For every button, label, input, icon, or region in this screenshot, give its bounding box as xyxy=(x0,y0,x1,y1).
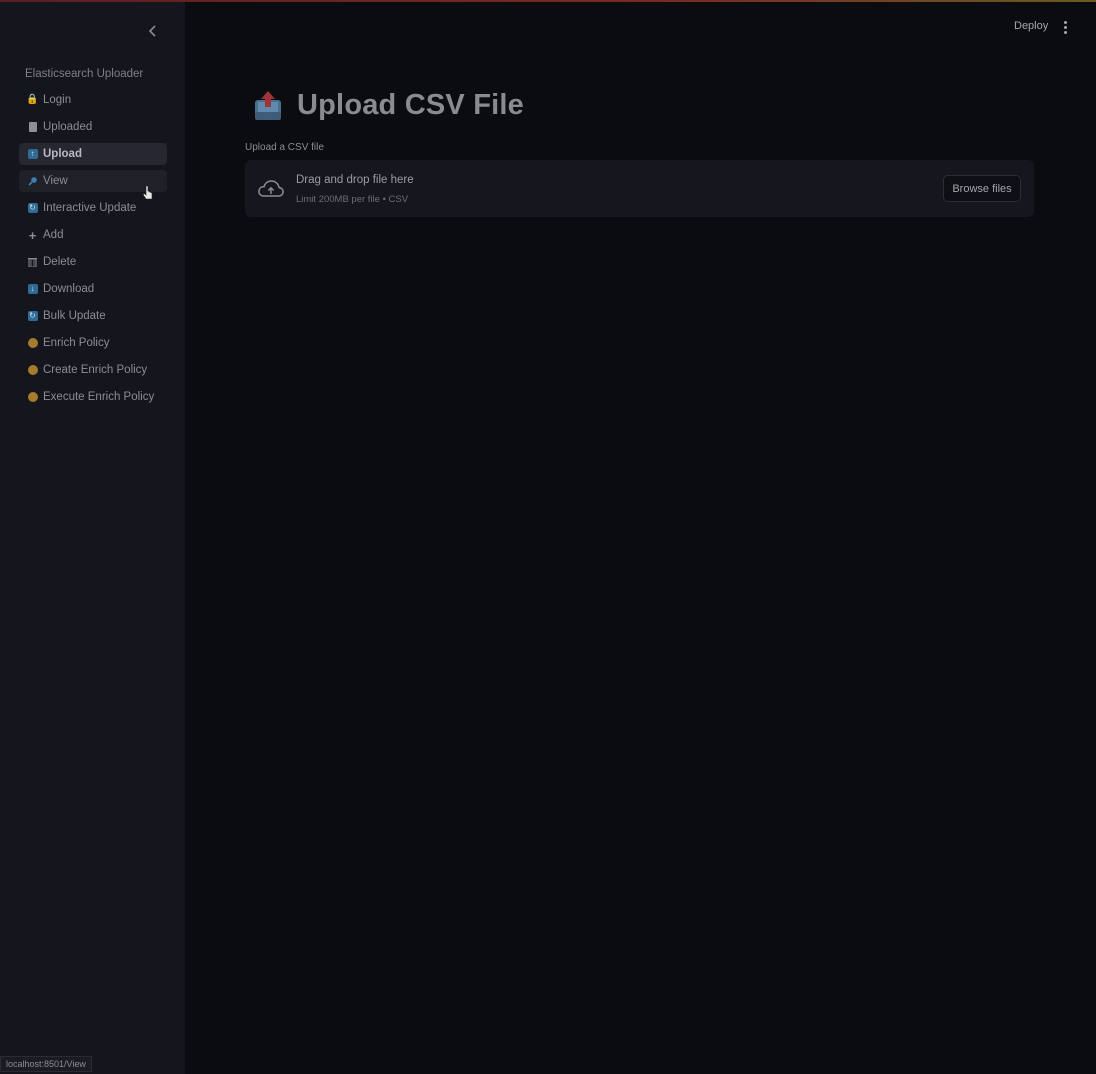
chevron-left-icon xyxy=(148,25,156,37)
refresh-icon: ↻ xyxy=(27,311,38,321)
sidebar-item-label: Upload xyxy=(43,148,82,160)
magnifier-icon xyxy=(27,176,38,187)
collapse-sidebar-button[interactable] xyxy=(144,22,162,40)
sidebar-item-enrich-policy[interactable]: Enrich Policy xyxy=(19,332,167,354)
sidebar-item-label: Enrich Policy xyxy=(43,337,110,349)
file-uploader-label: Upload a CSV file xyxy=(245,142,324,153)
sidebar-item-execute-enrich-policy[interactable]: Execute Enrich Policy xyxy=(19,386,167,408)
lock-icon: 🔒 xyxy=(26,94,39,105)
upload-arrow-icon: ↑ xyxy=(27,149,38,160)
orange-circle-icon xyxy=(27,338,38,349)
sidebar-item-label: Create Enrich Policy xyxy=(43,364,148,376)
sidebar-item-label: Bulk Update xyxy=(43,310,106,322)
sidebar-nav: 🔒 Login Uploaded ↑ Upload View ↻ Interac… xyxy=(19,89,167,413)
sidebar-item-login[interactable]: 🔒 Login xyxy=(19,89,167,111)
sidebar-item-label: Add xyxy=(43,229,64,241)
sidebar-item-add[interactable]: + Add xyxy=(19,224,167,246)
more-vertical-icon xyxy=(1063,20,1067,24)
sidebar-item-label: Execute Enrich Policy xyxy=(43,391,155,403)
sidebar-item-label: Login xyxy=(43,94,72,106)
status-bar-url: localhost:8501/View xyxy=(0,1056,92,1072)
wastebasket-icon xyxy=(27,257,38,268)
app-window: Elasticsearch Uploader 🔒 Login Uploaded … xyxy=(0,0,1096,1074)
file-dropzone[interactable]: Drag and drop file here Limit 200MB per … xyxy=(245,160,1034,217)
cloud-upload-icon xyxy=(258,180,284,197)
download-arrow-icon: ↓ xyxy=(27,284,38,295)
dropzone-instructions: Drag and drop file here xyxy=(296,174,414,186)
page-header: Upload CSV File xyxy=(253,88,524,122)
page-icon xyxy=(27,122,38,133)
page-title: Upload CSV File xyxy=(297,88,524,121)
sidebar-item-upload[interactable]: ↑ Upload xyxy=(19,143,167,165)
sidebar-item-create-enrich-policy[interactable]: Create Enrich Policy xyxy=(19,359,167,381)
sidebar-item-delete[interactable]: Delete xyxy=(19,251,167,273)
sidebar-item-label: Download xyxy=(43,283,95,295)
refresh-icon: ↻ xyxy=(27,203,38,213)
sidebar-title: Elasticsearch Uploader xyxy=(25,68,144,80)
browse-files-button[interactable]: Browse files xyxy=(943,175,1021,202)
sidebar-item-label: View xyxy=(43,175,68,187)
mouse-pointer-icon xyxy=(142,185,153,200)
plus-icon: + xyxy=(28,227,37,243)
sidebar-item-bulk-update[interactable]: ↻ Bulk Update xyxy=(19,305,167,327)
orange-circle-icon xyxy=(27,392,38,403)
outbox-tray-icon xyxy=(255,91,281,120)
sidebar-item-uploaded[interactable]: Uploaded xyxy=(19,116,167,138)
orange-circle-icon xyxy=(27,365,38,376)
sidebar: Elasticsearch Uploader 🔒 Login Uploaded … xyxy=(0,2,185,1074)
main-menu-button[interactable] xyxy=(1058,19,1072,35)
dropzone-limit-text: Limit 200MB per file • CSV xyxy=(296,194,409,205)
sidebar-item-download[interactable]: ↓ Download xyxy=(19,278,167,300)
sidebar-item-label: Delete xyxy=(43,256,77,268)
deploy-button[interactable]: Deploy xyxy=(1014,20,1048,32)
sidebar-item-label: Uploaded xyxy=(43,121,93,133)
sidebar-item-label: Interactive Update xyxy=(43,202,137,214)
